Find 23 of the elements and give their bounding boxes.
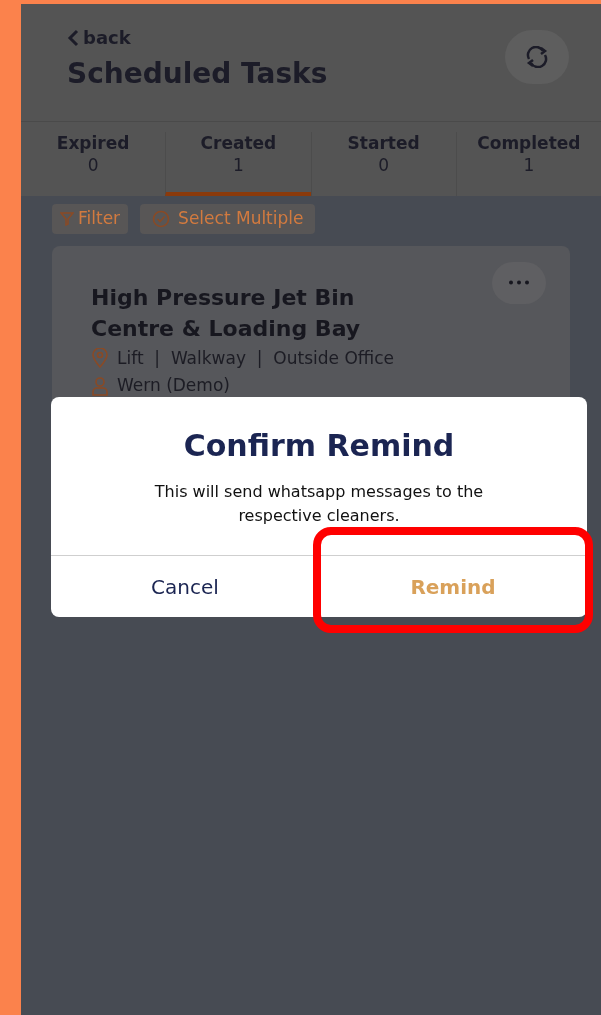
refresh-icon xyxy=(524,46,550,68)
page-title: Scheduled Tasks xyxy=(67,56,328,92)
select-multiple-button[interactable]: Select Multiple xyxy=(140,204,316,234)
person-icon xyxy=(91,375,109,396)
back-button[interactable]: back xyxy=(67,24,131,51)
status-tab[interactable]: Completed 1 xyxy=(455,132,601,196)
status-tab[interactable]: Created 1 xyxy=(165,132,311,196)
check-circle-icon xyxy=(152,209,171,228)
task-title: High Pressure Jet Bin Centre & Loading Bay xyxy=(91,283,362,343)
dialog-title: Confirm Remind xyxy=(182,427,456,465)
remind-button[interactable]: Remind xyxy=(319,556,587,617)
location-pin-icon xyxy=(91,348,109,369)
chevron-left-icon xyxy=(67,28,79,47)
task-assignee: Wern (Demo) xyxy=(117,374,230,397)
more-button[interactable] xyxy=(492,261,546,304)
more-icon xyxy=(508,280,530,285)
task-location: Lift | Walkway | Outside Office xyxy=(117,346,394,370)
filter-icon xyxy=(60,211,74,226)
refresh-button[interactable] xyxy=(505,30,569,84)
status-tab[interactable]: Expired 0 xyxy=(21,132,166,196)
status-tab[interactable]: Started 0 xyxy=(310,132,456,196)
filter-button[interactable]: Filter xyxy=(52,204,129,234)
cancel-button[interactable]: Cancel xyxy=(51,556,319,617)
